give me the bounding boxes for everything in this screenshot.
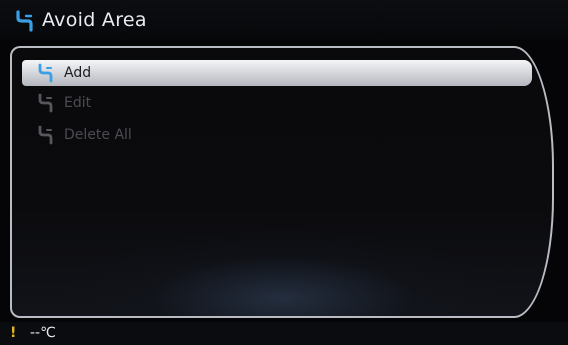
page-title: Avoid Area bbox=[42, 9, 147, 31]
menu-item-label: Edit bbox=[64, 95, 92, 111]
avoid-area-screen: Avoid Area Add Edit Delete All ! --℃ bbox=[0, 0, 568, 345]
menu-item-label: Delete All bbox=[64, 127, 132, 143]
avoid-route-icon bbox=[38, 93, 53, 113]
avoid-route-icon bbox=[38, 63, 53, 83]
title-bar: Avoid Area bbox=[0, 0, 568, 40]
outside-temperature: --℃ bbox=[30, 325, 56, 341]
warning-icon: ! bbox=[10, 325, 17, 341]
status-bar: ! --℃ bbox=[0, 322, 568, 345]
menu-item-edit[interactable]: Edit bbox=[22, 90, 532, 116]
avoid-route-icon bbox=[38, 125, 53, 145]
avoid-route-icon bbox=[16, 10, 33, 32]
menu-item-add[interactable]: Add bbox=[22, 60, 532, 86]
menu-panel: Add Edit Delete All bbox=[10, 46, 554, 318]
menu-item-delete-all[interactable]: Delete All bbox=[22, 122, 532, 148]
menu-item-label: Add bbox=[64, 65, 92, 81]
